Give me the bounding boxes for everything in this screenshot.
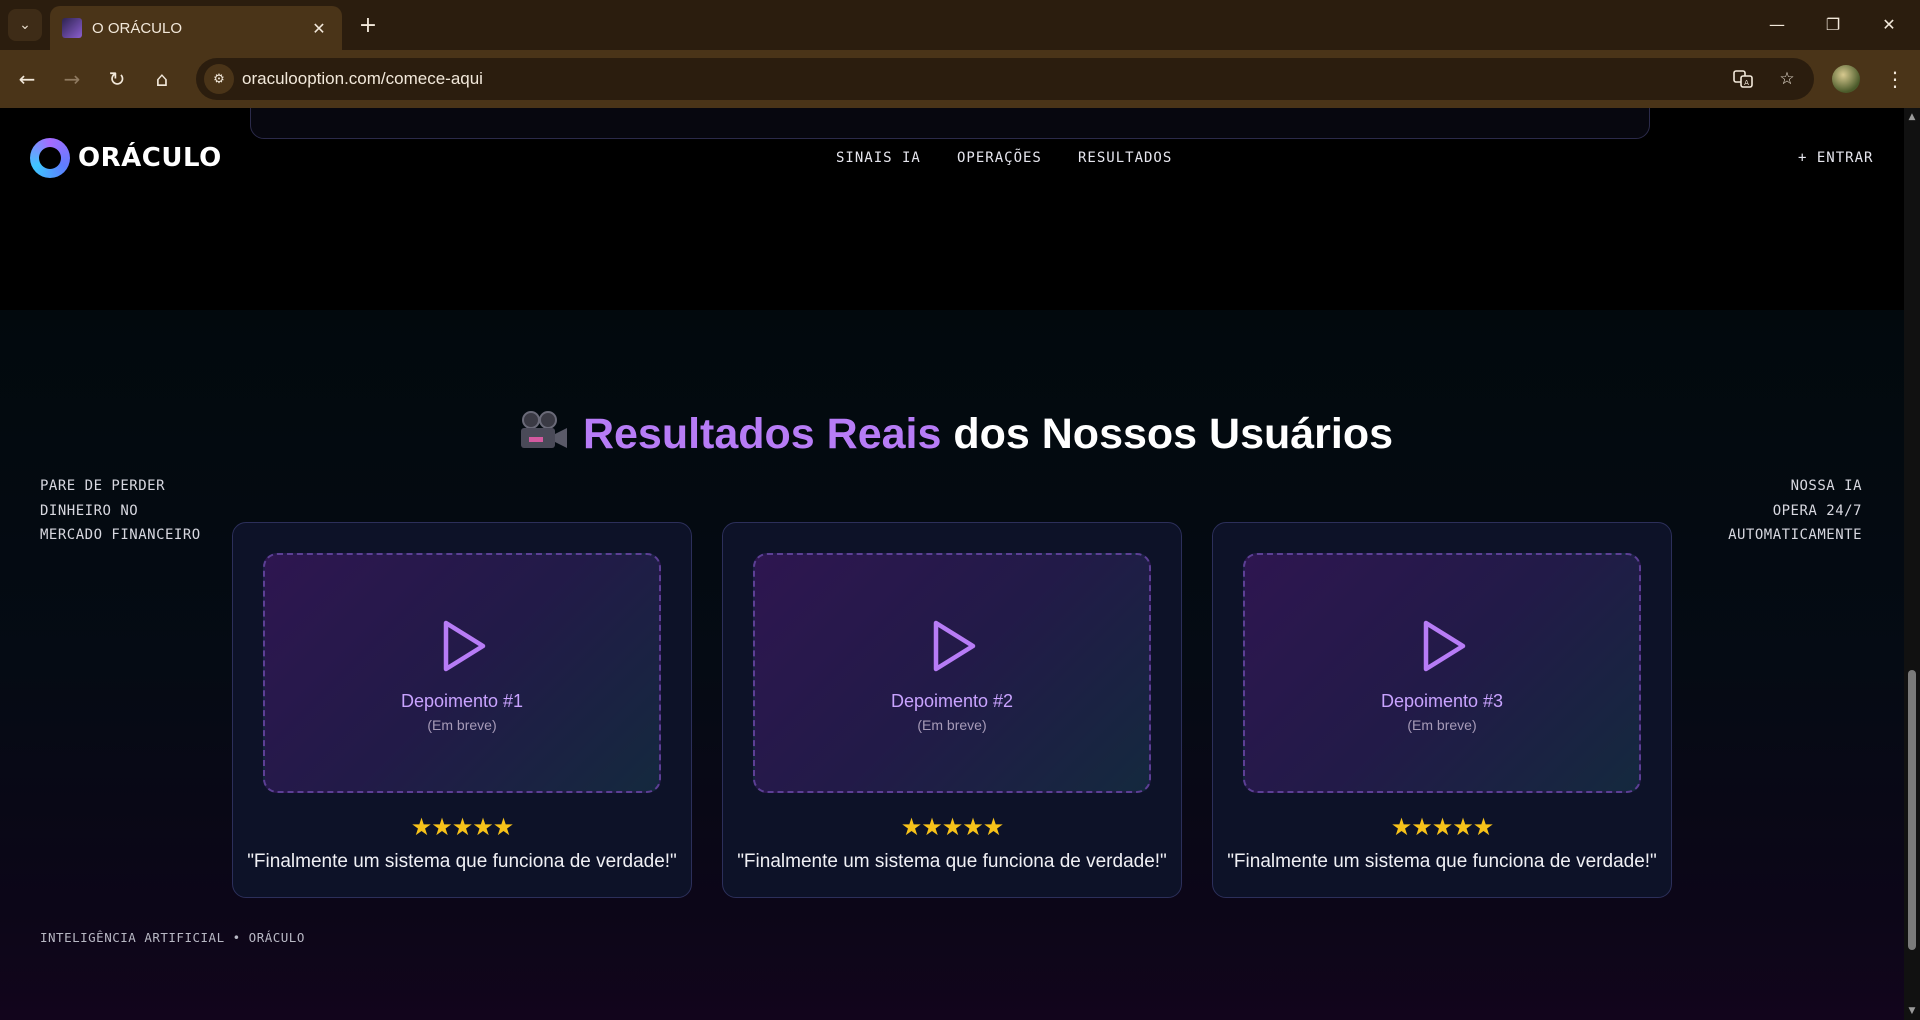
side-right-line: AUTOMATICAMENTE bbox=[1728, 527, 1862, 543]
nav-link-sinais[interactable]: SINAIS IA bbox=[836, 150, 921, 166]
video-status: (Em breve) bbox=[427, 717, 497, 733]
tab-close-icon[interactable]: ✕ bbox=[308, 19, 330, 38]
video-title: Depoimento #1 bbox=[400, 691, 524, 711]
testimonial-quote: "Finalmente um sistema que funciona de v… bbox=[737, 851, 1167, 872]
side-left-line: MERCADO FINANCEIRO bbox=[40, 527, 201, 543]
video-status: (Em breve) bbox=[917, 717, 987, 733]
new-tab-button[interactable]: + bbox=[352, 10, 384, 40]
play-icon[interactable] bbox=[931, 619, 977, 673]
star-rating: ★★★★★ bbox=[410, 813, 515, 841]
site-header: ORÁCULO SINAIS IA OPERAÇÕES RESULTADOS +… bbox=[0, 108, 1904, 208]
scroll-thumb[interactable] bbox=[1908, 670, 1916, 950]
scroll-up-icon[interactable]: ▲ bbox=[1907, 112, 1917, 122]
logo-ring-icon[interactable] bbox=[30, 138, 70, 178]
site-info-icon[interactable]: ⚙ bbox=[204, 64, 234, 94]
footer-tagline: INTELIGÊNCIA ARTIFICIAL • ORÁCULO bbox=[40, 930, 305, 945]
video-placeholder[interactable]: Depoimento #1 (Em breve) bbox=[263, 553, 661, 793]
forward-icon[interactable]: → bbox=[55, 63, 89, 95]
scroll-down-icon[interactable]: ▼ bbox=[1907, 1006, 1917, 1016]
video-status: (Em breve) bbox=[1407, 717, 1477, 733]
title-rest: dos Nossos Usuários bbox=[953, 410, 1394, 458]
home-icon[interactable]: ⌂ bbox=[145, 63, 179, 95]
testimonial-card: Depoimento #1 (Em breve) ★★★★★ "Finalmen… bbox=[232, 522, 692, 898]
browser-tab[interactable]: O ORÁCULO ✕ bbox=[50, 6, 342, 50]
title-accent: Resultados Reais bbox=[582, 410, 942, 458]
testimonial-quote: "Finalmente um sistema que funciona de v… bbox=[1227, 851, 1657, 872]
movie-camera-icon bbox=[517, 410, 569, 454]
translate-icon[interactable]: A bbox=[1730, 67, 1756, 91]
browser-toolbar: ← → ↻ ⌂ ⚙ oraculooption.com/comece-aqui … bbox=[0, 50, 1920, 108]
star-rating: ★★★★★ bbox=[900, 813, 1005, 841]
side-text-right: NOSSA IA OPERA 24/7 AUTOMATICAMENTE bbox=[1640, 474, 1862, 548]
minimize-icon[interactable]: — bbox=[1754, 8, 1800, 40]
logo-text[interactable]: ORÁCULO bbox=[78, 143, 222, 173]
play-icon[interactable] bbox=[441, 619, 487, 673]
bookmark-star-icon[interactable]: ☆ bbox=[1774, 67, 1800, 91]
testimonial-card: Depoimento #2 (Em breve) ★★★★★ "Finalmen… bbox=[722, 522, 1182, 898]
video-title: Depoimento #3 bbox=[1380, 691, 1504, 711]
url-text[interactable]: oraculooption.com/comece-aqui bbox=[242, 69, 483, 89]
star-rating: ★★★★★ bbox=[1390, 813, 1495, 841]
video-title: Depoimento #2 bbox=[890, 691, 1014, 711]
restore-icon[interactable]: ❐ bbox=[1810, 8, 1856, 40]
side-right-line: OPERA 24/7 bbox=[1772, 502, 1862, 519]
testimonial-quote: "Finalmente um sistema que funciona de v… bbox=[247, 851, 677, 872]
side-left-line: PARE DE PERDER bbox=[40, 478, 166, 494]
side-text-left: PARE DE PERDER DINHEIRO NO MERCADO FINAN… bbox=[40, 474, 201, 548]
tab-title: O ORÁCULO bbox=[92, 19, 183, 37]
profile-avatar[interactable] bbox=[1832, 65, 1860, 93]
kebab-menu-icon[interactable]: ⋮ bbox=[1880, 63, 1910, 95]
enter-button[interactable]: + ENTRAR bbox=[1798, 150, 1873, 166]
back-icon[interactable]: ← bbox=[10, 63, 44, 95]
side-left-line: DINHEIRO NO bbox=[40, 502, 139, 519]
window-close-icon[interactable]: ✕ bbox=[1866, 8, 1912, 40]
video-placeholder[interactable]: Depoimento #2 (Em breve) bbox=[753, 553, 1151, 793]
browser-tabstrip: ⌄ O ORÁCULO ✕ + — ❐ ✕ bbox=[0, 0, 1920, 50]
address-bar[interactable]: ⚙ oraculooption.com/comece-aqui A ☆ bbox=[196, 58, 1814, 100]
testimonial-card: Depoimento #3 (Em breve) ★★★★★ "Finalmen… bbox=[1212, 522, 1672, 898]
tab-search-icon[interactable]: ⌄ bbox=[8, 9, 42, 41]
page-scrollbar[interactable]: ▲ ▼ bbox=[1904, 108, 1920, 1020]
reload-icon[interactable]: ↻ bbox=[100, 63, 134, 95]
nav-link-resultados[interactable]: RESULTADOS bbox=[1078, 150, 1172, 166]
section-title: Resultados Reais dos Nossos Usuários bbox=[0, 410, 1904, 459]
tab-favicon-icon bbox=[62, 18, 82, 38]
svg-text:A: A bbox=[1744, 79, 1749, 87]
play-icon[interactable] bbox=[1421, 619, 1467, 673]
side-right-line: NOSSA IA bbox=[1790, 478, 1862, 494]
nav-link-operacoes[interactable]: OPERAÇÕES bbox=[957, 150, 1042, 166]
page-viewport: ORÁCULO SINAIS IA OPERAÇÕES RESULTADOS +… bbox=[0, 108, 1904, 1020]
video-placeholder[interactable]: Depoimento #3 (Em breve) bbox=[1243, 553, 1641, 793]
